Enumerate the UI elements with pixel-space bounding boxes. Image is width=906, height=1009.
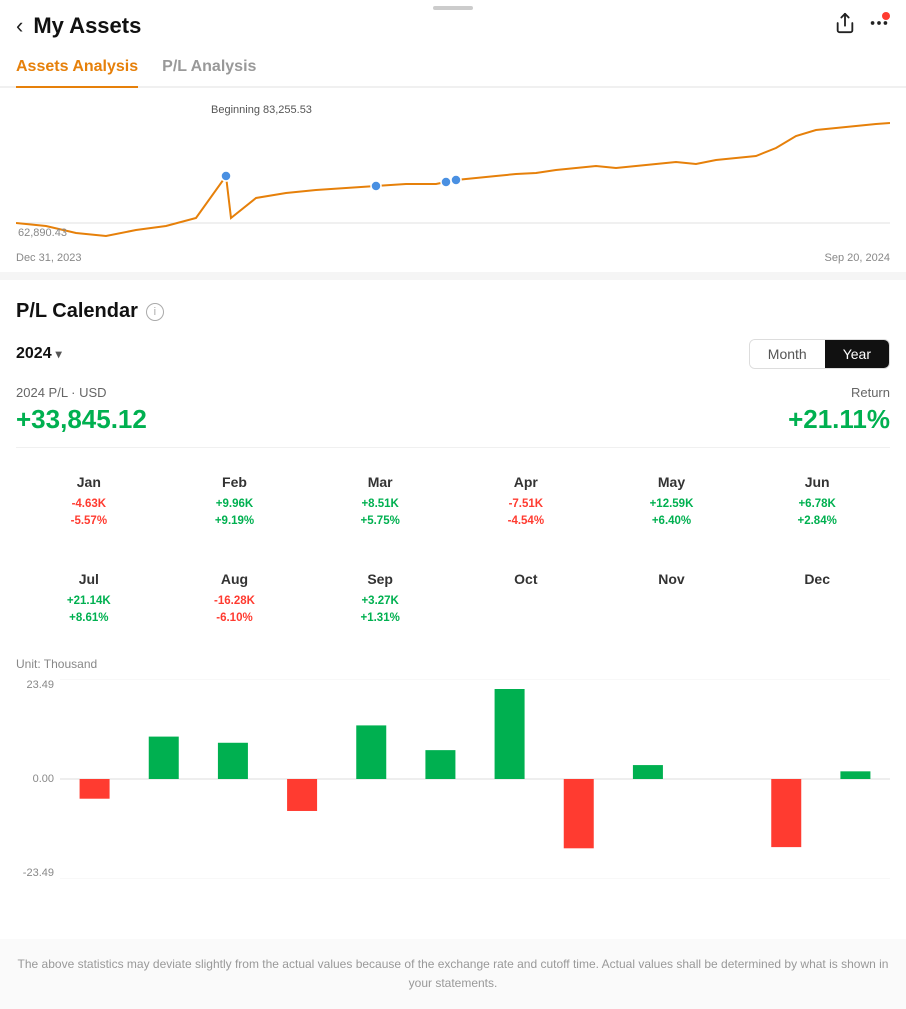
month-pl: -4.63K-5.57% <box>22 496 156 531</box>
month-name: Dec <box>750 571 884 587</box>
back-button[interactable]: ‹ <box>16 13 23 39</box>
month-name: Aug <box>168 571 302 587</box>
month-pl: +9.96K+9.19% <box>168 496 302 531</box>
month-toggle-btn[interactable]: Month <box>750 340 825 368</box>
disclaimer: The above statistics may deviate slightl… <box>0 939 906 1009</box>
pl-header: P/L Calendar i <box>16 300 890 323</box>
month-pl: +12.59K+6.40% <box>605 496 739 531</box>
y-zero-label: 0.00 <box>16 773 54 785</box>
month-name: Sep <box>313 571 447 587</box>
month-cell-jun: Jun +6.78K+2.84% <box>744 464 890 541</box>
year-selector[interactable]: 2024 ▾ <box>16 345 62 363</box>
month-cell-mar: Mar +8.51K+5.75% <box>307 464 453 541</box>
month-cell-may: May +12.59K+6.40% <box>599 464 745 541</box>
year-value: 2024 <box>16 345 52 363</box>
bar-apr <box>287 779 317 811</box>
tab-bar: Assets Analysis P/L Analysis <box>0 48 906 88</box>
month-name: Feb <box>168 474 302 490</box>
month-grid-row2: Jul +21.14K+8.61% Aug -16.28K-6.10% Sep +3.27… <box>16 561 890 638</box>
month-cell-jul: Jul +21.14K+8.61% <box>16 561 162 638</box>
month-cell-feb: Feb +9.96K+9.19% <box>162 464 308 541</box>
bar-mar <box>218 743 248 779</box>
pl-summary: 2024 P/L · USD +33,845.12 Return +21.11% <box>16 385 890 448</box>
month-pl: +6.78K+2.84% <box>750 496 884 531</box>
month-year-toggle: Month Year <box>749 339 890 369</box>
month-name: May <box>605 474 739 490</box>
bar-jul <box>495 689 525 779</box>
bar-jun <box>425 750 455 779</box>
bar-chart: 23.49 0.00 -23.49 <box>16 679 890 899</box>
year-toggle-btn[interactable]: Year <box>825 340 889 368</box>
y-min-label: -23.49 <box>16 867 54 879</box>
tab-pl-analysis[interactable]: P/L Analysis <box>162 48 256 88</box>
share-button[interactable] <box>834 12 856 40</box>
month-name: Jan <box>22 474 156 490</box>
month-cell-nov: Nov <box>599 561 745 638</box>
month-name: Apr <box>459 474 593 490</box>
section-divider <box>0 272 906 280</box>
bar-aug <box>564 779 594 848</box>
unit-label: Unit: Thousand <box>16 657 890 671</box>
pl-value: +33,845.12 <box>16 404 147 435</box>
month-cell-jan: Jan -4.63K-5.57% <box>16 464 162 541</box>
chart-date-start: Dec 31, 2023 <box>16 252 81 264</box>
svg-text:62,890.43: 62,890.43 <box>18 227 67 239</box>
pl-summary-right: Return +21.11% <box>788 385 890 435</box>
return-label: Return <box>788 385 890 400</box>
top-actions <box>834 12 890 40</box>
month-name: Mar <box>313 474 447 490</box>
month-pl: -16.28K-6.10% <box>168 593 302 628</box>
bar-may <box>356 725 386 779</box>
month-name: Oct <box>459 571 593 587</box>
pl-section: P/L Calendar i 2024 ▾ Month Year 2024 P/… <box>0 280 906 915</box>
month-cell-sep: Sep +3.27K+1.31% <box>307 561 453 638</box>
return-value: +21.11% <box>788 404 890 435</box>
notification-dot <box>882 12 890 20</box>
month-pl: +3.27K+1.31% <box>313 593 447 628</box>
month-pl: +21.14K+8.61% <box>22 593 156 628</box>
bar-feb <box>149 737 179 779</box>
top-bar: ‹ My Assets <box>0 0 906 48</box>
page-title: My Assets <box>33 13 834 39</box>
y-max-label: 23.49 <box>16 679 54 691</box>
month-cell-dec: Dec <box>744 561 890 638</box>
chart-svg: 62,890.43 <box>16 118 890 248</box>
pl-title: P/L Calendar <box>16 300 138 323</box>
year-chevron-icon: ▾ <box>56 347 62 361</box>
month-name: Jun <box>750 474 884 490</box>
chart-date-end: Sep 20, 2024 <box>825 252 890 264</box>
bar-sep <box>633 765 663 779</box>
month-name: Jul <box>22 571 156 587</box>
month-grid-row1: Jan -4.63K-5.57% Feb +9.96K+9.19% Mar +8.51K+… <box>16 464 890 541</box>
more-button[interactable] <box>868 12 890 40</box>
month-pl: -7.51K-4.54% <box>459 496 593 531</box>
month-cell-oct: Oct <box>453 561 599 638</box>
bar-jan <box>80 779 110 799</box>
info-icon[interactable]: i <box>146 303 164 321</box>
pl-summary-left: 2024 P/L · USD +33,845.12 <box>16 385 147 435</box>
bar-dec <box>840 771 870 779</box>
chart-begin-label: Beginning 83,255.53 <box>211 104 890 116</box>
chart-area: Beginning 83,255.53 62,890.43 Dec 31, 20… <box>0 88 906 272</box>
month-pl: +8.51K+5.75% <box>313 496 447 531</box>
month-name: Nov <box>605 571 739 587</box>
bar-nov <box>771 779 801 847</box>
pl-label: 2024 P/L · USD <box>16 385 147 400</box>
month-cell-apr: Apr -7.51K-4.54% <box>453 464 599 541</box>
chart-bottom-labels: Dec 31, 2023 Sep 20, 2024 <box>16 252 890 264</box>
tab-assets-analysis[interactable]: Assets Analysis <box>16 48 138 88</box>
month-cell-aug: Aug -16.28K-6.10% <box>162 561 308 638</box>
controls-row: 2024 ▾ Month Year <box>16 339 890 369</box>
